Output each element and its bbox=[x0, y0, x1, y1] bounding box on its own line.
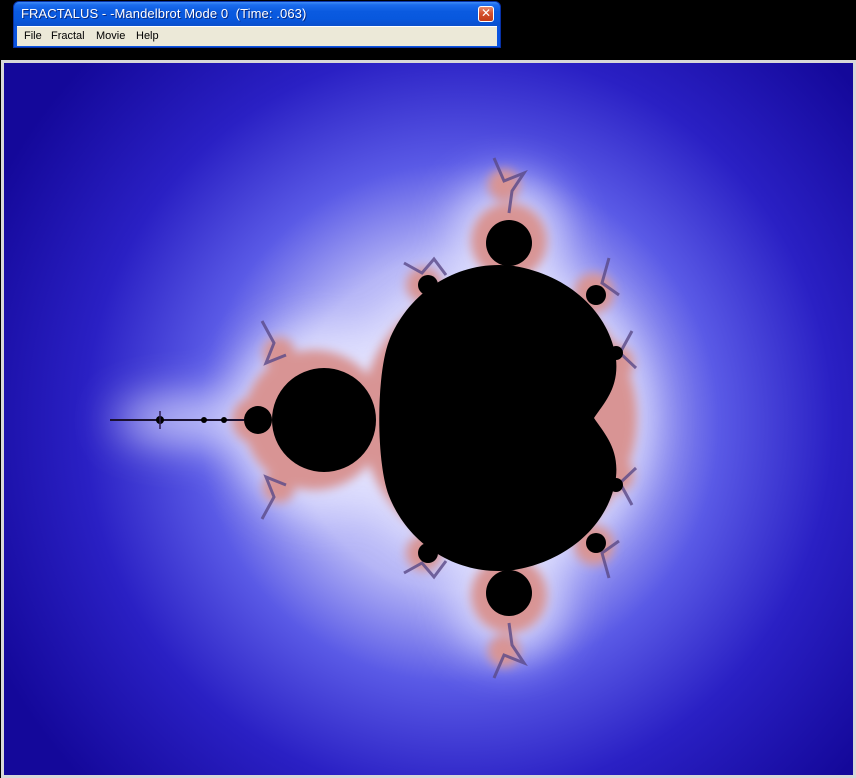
menu-bar: File Fractal Movie Help bbox=[17, 26, 497, 46]
menu-help[interactable]: Help bbox=[135, 29, 160, 43]
fractalus-window: FRACTALUS - -Mandelbrot Mode 0 (Time: .0… bbox=[13, 1, 501, 48]
window-title: FRACTALUS - -Mandelbrot Mode 0 (Time: .0… bbox=[21, 6, 307, 21]
desktop-screen: FRACTALUS - -Mandelbrot Mode 0 (Time: .0… bbox=[0, 0, 856, 778]
menu-file[interactable]: File bbox=[23, 29, 43, 43]
title-bar[interactable]: FRACTALUS - -Mandelbrot Mode 0 (Time: .0… bbox=[14, 2, 500, 26]
close-icon[interactable]: ✕ bbox=[478, 6, 494, 22]
menu-movie[interactable]: Movie bbox=[95, 29, 126, 43]
menu-fractal[interactable]: Fractal bbox=[50, 29, 86, 43]
fractal-canvas[interactable] bbox=[1, 60, 856, 778]
mandelbrot-image bbox=[4, 63, 853, 775]
